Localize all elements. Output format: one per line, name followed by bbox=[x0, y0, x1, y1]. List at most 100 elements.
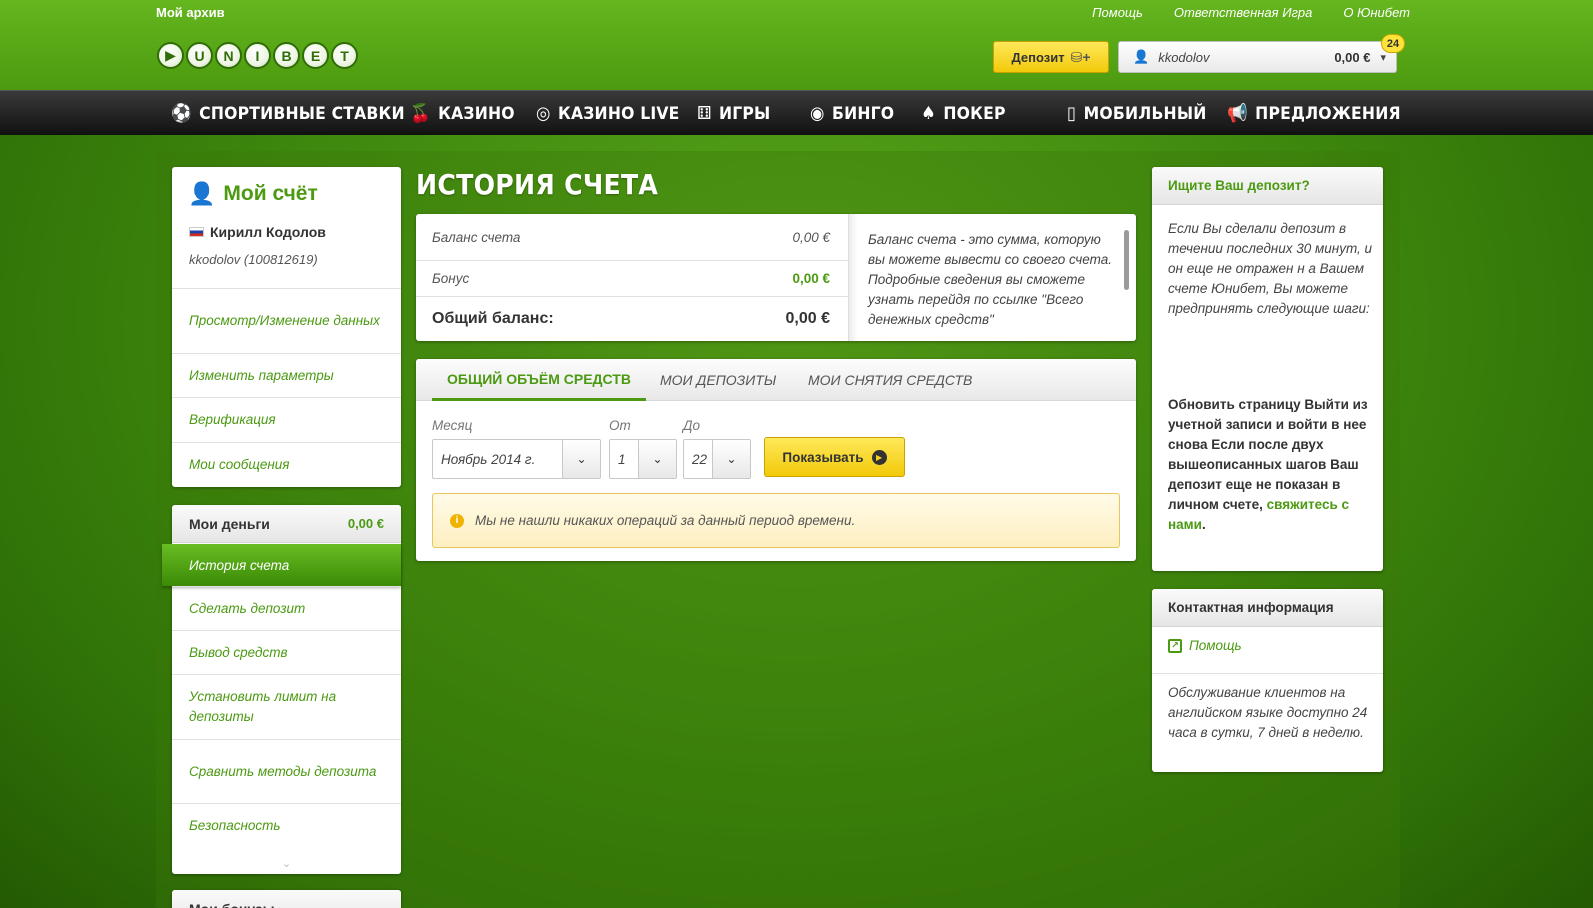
logo-letter: N bbox=[215, 42, 242, 69]
history-tabs: ОБЩИЙ ОБЪЁМ СРЕДСТВ МОИ ДЕПОЗИТЫ МОИ СНЯ… bbox=[416, 359, 1136, 401]
my-archive-link[interactable]: Мой архив bbox=[156, 5, 225, 20]
nav-games[interactable]: ⚅ ИГРЫ bbox=[697, 91, 770, 136]
balance-card: Баланс счета 0,00 € Бонус 0,00 € Общий б… bbox=[416, 214, 1136, 341]
bonus-label: Бонус bbox=[432, 271, 470, 286]
deposit-button[interactable]: Депозит ⛁+ bbox=[993, 41, 1109, 73]
account-history-card: ОБЩИЙ ОБЪЁМ СРЕДСТВ МОИ ДЕПОЗИТЫ МОИ СНЯ… bbox=[416, 359, 1136, 561]
nav-promotions[interactable]: 📢 ПРЕДЛОЖЕНИЯ bbox=[1227, 91, 1401, 136]
menu-compare-deposit-methods[interactable]: Сравнить методы депозита bbox=[172, 739, 401, 803]
playing-card-icon: ♠ bbox=[921, 103, 937, 124]
mobile-phone-icon: ▯ bbox=[1067, 103, 1077, 124]
menu-security[interactable]: Безопасность bbox=[172, 803, 401, 847]
info-icon: i bbox=[450, 513, 464, 528]
balance-row-total: Общий баланс: 0,00 € bbox=[416, 297, 848, 341]
chevron-down-icon: ⌄ bbox=[562, 440, 600, 478]
my-money-title: Мои деньги bbox=[189, 515, 270, 532]
play-icon: ▶ bbox=[871, 449, 887, 465]
menu-change-settings[interactable]: Изменить параметры bbox=[172, 353, 401, 397]
nav-label: ИГРЫ bbox=[718, 103, 771, 124]
my-account-title: Мой счёт bbox=[223, 182, 318, 205]
logo-letter: E bbox=[302, 42, 329, 69]
header-balance: 0,00 € bbox=[1334, 49, 1371, 65]
deposit-help-title: Ищите Ваш депозит? bbox=[1152, 167, 1383, 205]
my-account-heading: 👤 Мой счёт bbox=[188, 181, 318, 207]
logo-letter: U bbox=[186, 42, 213, 69]
account-id: kkodolov (100812619) bbox=[189, 252, 318, 267]
to-select-value: 22 bbox=[692, 451, 708, 467]
my-account-card: 👤 Мой счёт Кирилл Кодолов kkodolov (1008… bbox=[172, 167, 401, 487]
my-bonuses-title[interactable]: Мои бонусы bbox=[172, 890, 401, 908]
no-transactions-notice: i Мы не нашли никаких операций за данный… bbox=[432, 493, 1120, 548]
page-title: ИСТОРИЯ СЧЕТА bbox=[416, 168, 659, 201]
nav-casino-live[interactable]: ◎ КАЗИНО LIVE bbox=[536, 91, 680, 136]
nav-label: БИНГО bbox=[831, 103, 895, 124]
russia-flag-icon bbox=[189, 227, 204, 237]
divider bbox=[1152, 673, 1383, 674]
user-icon: 👤 bbox=[1133, 49, 1150, 64]
my-money-header: Мои деньги 0,00 € bbox=[172, 505, 401, 543]
nav-sports-betting[interactable]: ⚽ СПОРТИВНЫЕ СТАВКИ bbox=[171, 91, 405, 136]
account-holder: Кирилл Кодолов bbox=[189, 224, 326, 240]
nav-poker[interactable]: ♠ ПОКЕР bbox=[921, 91, 1006, 136]
nav-label: КАЗИНО bbox=[438, 103, 515, 124]
from-select-value: 1 bbox=[618, 451, 626, 467]
help-link[interactable]: Помощь bbox=[1092, 5, 1143, 20]
balance-divider bbox=[848, 214, 858, 341]
nav-label: ПРЕДЛОЖЕНИЯ bbox=[1255, 103, 1401, 124]
balance-label: Баланс счета bbox=[432, 229, 521, 245]
logo-play-circle: ▶ bbox=[157, 42, 184, 69]
about-unibet-link[interactable]: О Юнибет bbox=[1343, 5, 1410, 20]
from-day-select[interactable]: 1 ⌄ bbox=[609, 439, 677, 479]
support-hours-text: Обслуживание клиентов на английском язык… bbox=[1168, 685, 1368, 740]
unibet-logo[interactable]: ▶ U N I B E T bbox=[157, 42, 358, 69]
money-menu: Сделать депозит Вывод средств Установить… bbox=[172, 586, 401, 847]
deposit-help-text: Если Вы сделали депозит в течении послед… bbox=[1168, 221, 1373, 316]
menu-withdraw[interactable]: Вывод средств bbox=[172, 630, 401, 674]
nav-casino[interactable]: 🍒 КАЗИНО bbox=[410, 91, 515, 136]
contact-help-label: Помощь bbox=[1189, 638, 1242, 653]
notification-badge[interactable]: 24 bbox=[1381, 34, 1405, 53]
description-scrollbar[interactable] bbox=[1124, 230, 1129, 290]
person-icon: 👤 bbox=[188, 181, 216, 206]
balance-row-bonus: Бонус 0,00 € bbox=[416, 261, 848, 297]
bingo-ball-icon: ◉ bbox=[810, 103, 825, 124]
coins-plus-icon: ⛁+ bbox=[1070, 48, 1091, 65]
scroll-down-icon[interactable]: ⌄ bbox=[172, 857, 401, 870]
show-button[interactable]: Показывать ▶ bbox=[764, 437, 905, 477]
deposit-help-steps: Обновить страницу Выйти из учетной запис… bbox=[1168, 395, 1373, 535]
logo-letter: B bbox=[273, 42, 300, 69]
menu-my-messages[interactable]: Мои сообщения bbox=[172, 442, 401, 486]
menu-verification[interactable]: Верификация bbox=[172, 397, 401, 442]
responsible-gaming-link[interactable]: Ответственная Игра bbox=[1174, 5, 1313, 20]
my-money-card: Мои деньги 0,00 € История счета Сделать … bbox=[162, 505, 401, 874]
month-label: Месяц bbox=[432, 418, 473, 433]
main-nav: ⚽ СПОРТИВНЫЕ СТАВКИ 🍒 КАЗИНО ◎ КАЗИНО LI… bbox=[0, 90, 1593, 135]
menu-view-edit-details[interactable]: Просмотр/Изменение данных bbox=[172, 288, 401, 353]
nav-bingo[interactable]: ◉ БИНГО bbox=[810, 91, 894, 136]
from-label: От bbox=[609, 418, 631, 433]
nav-mobile[interactable]: ▯ МОБИЛЬНЫЙ bbox=[1067, 91, 1206, 136]
tab-my-deposits[interactable]: МОИ ДЕПОЗИТЫ bbox=[660, 359, 776, 401]
menu-account-history-active[interactable]: История счета bbox=[162, 544, 401, 586]
tab-my-withdrawals[interactable]: МОИ СНЯТИЯ СРЕДСТВ bbox=[808, 359, 972, 401]
megaphone-icon: 📢 bbox=[1227, 103, 1248, 124]
menu-deposit-limit[interactable]: Установить лимит на депозиты bbox=[172, 674, 401, 739]
balance-value: 0,00 € bbox=[792, 229, 830, 245]
chevron-down-icon: ▾ bbox=[1380, 51, 1386, 64]
month-select[interactable]: Ноябрь 2014 г. ⌄ bbox=[432, 439, 601, 479]
my-money-value: 0,00 € bbox=[347, 516, 384, 531]
external-link-icon: ↗ bbox=[1168, 638, 1182, 653]
user-account-dropdown[interactable]: 👤 kkodolov 0,00 € ▾ bbox=[1118, 41, 1397, 73]
to-day-select[interactable]: 22 ⌄ bbox=[683, 439, 751, 479]
total-balance-label: Общий баланс: bbox=[432, 310, 554, 327]
roulette-icon: ◎ bbox=[536, 103, 551, 124]
soccer-ball-icon: ⚽ bbox=[171, 103, 192, 124]
cherries-icon: 🍒 bbox=[410, 103, 431, 124]
tab-total-funds[interactable]: ОБЩИЙ ОБЪЁМ СРЕДСТВ bbox=[432, 359, 646, 401]
top-bar: Мой архив Помощь Ответственная Игра О Юн… bbox=[0, 0, 1593, 90]
show-button-label: Показывать bbox=[782, 449, 864, 465]
contact-help-link[interactable]: ↗ Помощь bbox=[1168, 638, 1242, 653]
account-menu: Просмотр/Изменение данных Изменить парам… bbox=[172, 288, 401, 486]
menu-make-deposit[interactable]: Сделать депозит bbox=[172, 586, 401, 630]
bonus-value: 0,00 € bbox=[792, 271, 830, 286]
